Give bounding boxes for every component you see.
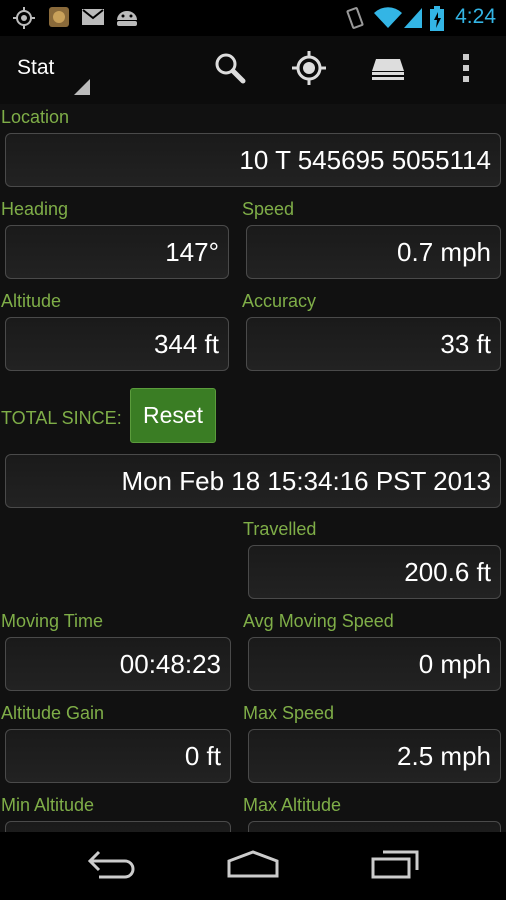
back-button[interactable] (72, 842, 152, 890)
vibrate-icon (344, 6, 366, 34)
gps-icon (12, 6, 36, 34)
search-button[interactable] (208, 50, 252, 90)
speed-label: Speed (242, 199, 295, 219)
travelled-label: Travelled (243, 519, 317, 539)
layers-icon (370, 55, 406, 85)
action-bar: Stat (0, 36, 506, 104)
travelled-value: 200.6 ft (248, 545, 501, 599)
total-since-value: Mon Feb 18 15:34:16 PST 2013 (5, 454, 501, 508)
recent-apps-button[interactable] (355, 842, 435, 890)
accuracy-value: 33 ft (246, 317, 501, 371)
accuracy-label: Accuracy (242, 291, 317, 311)
recent-apps-icon (369, 849, 421, 883)
gmail-icon (81, 6, 105, 32)
status-time: 4:24 (455, 5, 496, 28)
layers-button[interactable] (366, 50, 410, 90)
my-location-icon (291, 50, 327, 90)
home-icon (226, 849, 280, 883)
reset-button[interactable]: Reset (130, 388, 216, 443)
min-altitude-value (5, 821, 231, 832)
signal-icon (402, 6, 424, 34)
total-since-label: TOTAL SINCE: (1, 408, 122, 428)
battery-charging-icon (429, 6, 445, 36)
status-bar: 4:24 (0, 0, 506, 36)
avg-moving-speed-value: 0 mph (248, 637, 501, 691)
back-icon (87, 849, 137, 883)
home-button[interactable] (213, 842, 293, 890)
stats-content[interactable]: Location 10 T 545695 5055114 Heading Spe… (0, 104, 506, 832)
max-altitude-value (248, 821, 501, 832)
max-speed-label: Max Speed (243, 703, 335, 723)
screen-title-spinner[interactable]: Stat (17, 56, 54, 80)
speed-value: 0.7 mph (246, 225, 501, 279)
moving-time-label: Moving Time (1, 611, 104, 631)
app-notification-icon (48, 6, 70, 32)
search-icon (213, 51, 247, 89)
altitude-value: 344 ft (5, 317, 229, 371)
moving-time-value: 00:48:23 (5, 637, 231, 691)
my-location-button[interactable] (287, 50, 331, 90)
android-icon (114, 6, 140, 32)
max-speed-value: 2.5 mph (248, 729, 501, 783)
wifi-icon (373, 6, 403, 34)
min-altitude-label: Min Altitude (1, 795, 95, 815)
altitude-label: Altitude (1, 291, 62, 311)
altitude-gain-label: Altitude Gain (1, 703, 105, 723)
spinner-triangle-icon (74, 79, 90, 95)
heading-value: 147° (5, 225, 229, 279)
avg-moving-speed-label: Avg Moving Speed (243, 611, 394, 631)
max-altitude-label: Max Altitude (243, 795, 342, 815)
overflow-menu-icon (462, 53, 470, 87)
navigation-bar (0, 832, 506, 900)
overflow-menu-button[interactable] (444, 50, 488, 90)
heading-label: Heading (1, 199, 69, 219)
location-label: Location (1, 107, 70, 127)
altitude-gain-value: 0 ft (5, 729, 231, 783)
location-value: 10 T 545695 5055114 (5, 133, 501, 187)
